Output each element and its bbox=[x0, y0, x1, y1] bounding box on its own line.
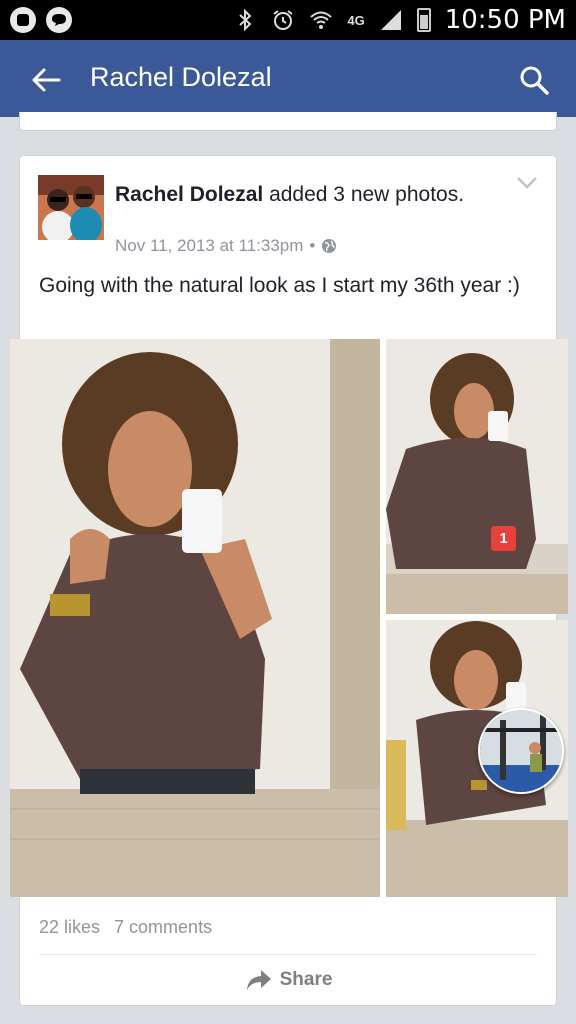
post-message: Going with the natural look as I start m… bbox=[39, 274, 520, 297]
back-button[interactable] bbox=[26, 60, 66, 100]
post-header-text: Rachel Dolezal added 3 new photos. bbox=[115, 180, 475, 209]
app-header: Rachel Dolezal bbox=[0, 40, 576, 117]
share-label: Share bbox=[279, 969, 333, 990]
post-stats: 22 likes 7 comments bbox=[39, 917, 212, 938]
bluetooth-icon bbox=[239, 8, 252, 32]
post-action-text: added 3 new photos. bbox=[263, 183, 465, 206]
wifi-icon bbox=[310, 11, 333, 29]
alarm-icon bbox=[273, 10, 293, 30]
page-title: Rachel Dolezal bbox=[90, 62, 272, 92]
chevron-down-icon[interactable] bbox=[516, 176, 538, 190]
share-icon bbox=[246, 970, 271, 990]
meta-separator: • bbox=[309, 236, 316, 255]
chat-head-badge: 1 bbox=[491, 526, 516, 551]
comments-count[interactable]: 7 comments bbox=[114, 917, 212, 938]
search-icon bbox=[520, 66, 549, 95]
status-bar: 4G 10:50 PM bbox=[0, 0, 576, 40]
search-button[interactable] bbox=[514, 60, 554, 100]
globe-icon bbox=[322, 239, 337, 253]
post-card: Rachel Dolezal added 3 new photos. Nov 1… bbox=[10, 155, 568, 1006]
network-type-label: 4G bbox=[347, 12, 365, 28]
divider bbox=[39, 954, 537, 955]
messenger-notification-icon bbox=[10, 7, 36, 33]
status-time: 10:50 PM bbox=[444, 5, 566, 35]
post-timestamp[interactable]: Nov 11, 2013 at 11:33pm bbox=[115, 236, 303, 256]
arrow-left-icon bbox=[32, 68, 61, 92]
chat-head-bubble[interactable] bbox=[478, 708, 564, 794]
photo-top-right[interactable] bbox=[386, 339, 568, 614]
post-meta: Nov 11, 2013 at 11:33pm • bbox=[115, 236, 337, 256]
photo-main[interactable] bbox=[10, 339, 380, 897]
photo-grid bbox=[10, 339, 568, 897]
signal-icon bbox=[380, 10, 401, 30]
share-button[interactable]: Share bbox=[20, 964, 558, 996]
battery-icon bbox=[416, 8, 431, 32]
chat-notification-icon bbox=[46, 7, 72, 33]
likes-count[interactable]: 22 likes bbox=[39, 917, 100, 938]
previous-story-card bbox=[19, 112, 557, 131]
author-name-link[interactable]: Rachel Dolezal bbox=[115, 183, 263, 206]
avatar[interactable] bbox=[38, 175, 104, 240]
